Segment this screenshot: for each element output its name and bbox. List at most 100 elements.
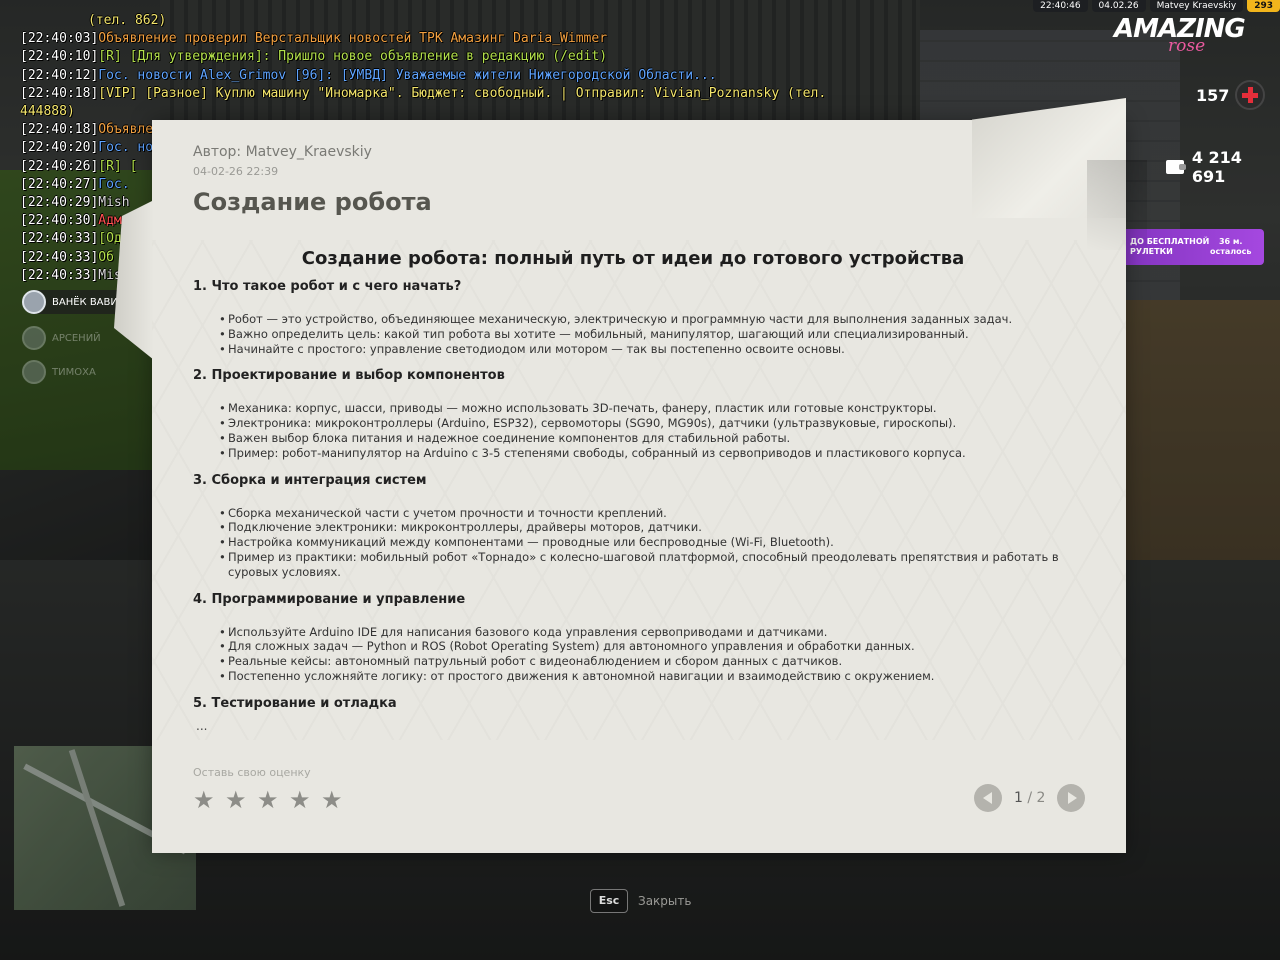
page-indicator: 1 / 2: [1014, 790, 1045, 806]
section-list: Механика: корпус, шасси, приводы — можно…: [193, 401, 1073, 460]
list-item: Робот — это устройство, объединяющее мех…: [219, 312, 1073, 327]
list-item: Важен выбор блока питания и надежное сое…: [219, 431, 1073, 446]
chat-timestamp: [22:40:03]: [20, 31, 99, 47]
section-title: 5. Тестирование и отладка: [193, 695, 397, 711]
roulette-time-label: осталось: [1210, 247, 1252, 256]
avatar: [22, 290, 46, 314]
close-label: Закрыть: [638, 894, 692, 908]
chat-message: Объявление проверил Верстальщик новостей…: [98, 31, 608, 47]
chat-timestamp: [22:40:20]: [20, 140, 99, 156]
list-item: Реальные кейсы: автономный патрульный ро…: [219, 654, 1073, 669]
chat-line: (тел. 862): [20, 12, 840, 30]
rating-stars: ★ ★ ★ ★ ★: [193, 788, 343, 812]
page-total: / 2: [1027, 790, 1046, 806]
chat-line: [22:40:03]Объявление проверил Верстальщи…: [20, 30, 840, 48]
chat-line: [22:40:10][R] [Для утверждения]: Пришло …: [20, 48, 840, 66]
article-ellipsis: ...: [196, 718, 208, 733]
star-icon[interactable]: ★: [321, 788, 343, 812]
chat-message: Mish: [98, 195, 130, 211]
server-logo: AMAZING rose: [1114, 14, 1264, 58]
list-item: Пример из практики: мобильный робот «Тор…: [219, 550, 1073, 580]
voice-name: АРСЕНИЙ: [52, 332, 101, 344]
voice-name: ТИМОХА: [52, 366, 96, 378]
article-heading: Создание робота: полный путь от идеи до …: [301, 248, 965, 269]
star-icon[interactable]: ★: [225, 788, 247, 812]
hud-date: 04.02.26: [1091, 0, 1146, 12]
section-title: 1. Что такое робот и с чего начать?: [193, 279, 462, 294]
hud-top-bar: 22:40:46 04.02.26 Matvey Kraevskiy 293: [1033, 0, 1280, 12]
avatar: [22, 360, 46, 384]
list-item: Сборка механической части с учетом прочн…: [219, 506, 1073, 521]
chat-timestamp: [22:40:10]: [20, 49, 99, 65]
list-item: Электроника: микроконтроллеры (Arduino, …: [219, 416, 1073, 431]
list-item: Для сложных задач — Python и ROS (Robot …: [219, 639, 1073, 654]
avatar: [22, 326, 46, 350]
chat-timestamp: [22:40:12]: [20, 67, 99, 83]
article-body: Создание робота: полный путь от идеи до …: [193, 248, 1073, 733]
list-item: Используйте Arduino IDE для написания ба…: [219, 625, 1073, 640]
health-value: 157: [1196, 85, 1230, 105]
close-hint[interactable]: Esc Закрыть: [590, 889, 691, 913]
chat-message: [Од: [98, 231, 122, 247]
roulette-timer: 36 м. осталось: [1210, 237, 1251, 257]
article-date: 04-02-26 22:39: [193, 165, 279, 178]
rate-label: Оставь свою оценку: [193, 766, 311, 779]
chat-timestamp: [22:40:33]: [20, 249, 99, 265]
star-icon[interactable]: ★: [289, 788, 311, 812]
paper-fold-shadow: [1087, 160, 1147, 250]
chat-message: [R] [: [98, 158, 138, 174]
page-current: 1: [1014, 790, 1023, 806]
voice-item: АРСЕНИЙ: [22, 326, 109, 350]
health-cross-icon: [1235, 80, 1266, 110]
article-title: Создание робота: [193, 188, 432, 216]
list-item: Механика: корпус, шасси, приводы — можно…: [219, 401, 1073, 416]
news-article-modal: Автор: Matvey_Kraevskiy 04-02-26 22:39 С…: [114, 98, 1147, 853]
chat-timestamp: [22:40:33]: [20, 267, 99, 283]
prev-page-button[interactable]: [974, 784, 1002, 812]
chat-timestamp: [22:40:29]: [20, 195, 99, 211]
chat-line: [22:40:12]Гос. новости Alex_Grimov [96]:…: [20, 67, 840, 85]
chat-timestamp: [22:40:26]: [20, 158, 99, 174]
money-indicator: 4 214 691: [1166, 148, 1280, 186]
voice-item: ТИМОХА: [22, 360, 104, 384]
roulette-time-value: 36 м.: [1218, 237, 1243, 246]
chat-message: Об: [98, 249, 114, 265]
chat-message: 444888): [20, 104, 75, 120]
chat-timestamp: [22:40:27]: [20, 176, 99, 192]
hud-time: 22:40:46: [1033, 0, 1088, 12]
money-value: 4 214 691: [1191, 148, 1242, 186]
esc-key[interactable]: Esc: [590, 889, 628, 913]
list-item: Подключение электроники: микроконтроллер…: [219, 520, 1073, 535]
logo-sub: rose: [1168, 36, 1206, 56]
section-title: 4. Программирование и управление: [193, 591, 466, 607]
section-title: 2. Проектирование и выбор компонентов: [193, 368, 505, 384]
section-list: Робот — это устройство, объединяющее мех…: [193, 312, 1073, 356]
chat-message: [R] [Для утверждения]: Пришло новое объя…: [98, 49, 608, 65]
list-item: Настройка коммуникаций между компонентам…: [219, 535, 1073, 550]
chat-message: (тел. 862): [88, 13, 167, 28]
list-item: Постепенно усложняйте логику: от простог…: [219, 669, 1073, 684]
chat-timestamp: [22:40:30]: [20, 213, 99, 229]
hud-player-id: 293: [1247, 0, 1280, 12]
chat-message: Адм: [98, 213, 122, 229]
list-item: Важно определить цель: какой тип робота …: [219, 327, 1073, 342]
chat-timestamp: [22:40:33]: [20, 231, 99, 247]
chat-message: [VIP] [Разное] Куплю машину "Иномарка". …: [98, 85, 827, 101]
chat-message: Гос.: [98, 176, 130, 192]
chat-line: 444888): [20, 103, 840, 121]
pagination: 1 / 2: [974, 784, 1086, 812]
chat-timestamp: [22:40:18]: [20, 85, 99, 101]
hud-player-name: Matvey Kraevskiy: [1149, 0, 1244, 12]
star-icon[interactable]: ★: [257, 788, 279, 812]
list-item: Пример: робот-манипулятор на Arduino с 3…: [219, 446, 1073, 461]
section-title: 3. Сборка и интеграция систем: [193, 472, 427, 488]
list-item: Начинайте с простого: управление светоди…: [219, 342, 1073, 357]
star-icon[interactable]: ★: [193, 788, 215, 812]
article-author: Автор: Matvey_Kraevskiy: [193, 144, 372, 160]
next-page-button[interactable]: [1057, 784, 1086, 812]
wallet-icon: [1166, 160, 1186, 174]
chat-timestamp: [22:40:18]: [20, 122, 99, 138]
section-list: Сборка механической части с учетом прочн…: [193, 506, 1073, 580]
section-list: Используйте Arduino IDE для написания ба…: [193, 625, 1073, 684]
chat-message: Гос. новости Alex_Grimov [96]: [УМВД] Ув…: [98, 67, 717, 83]
